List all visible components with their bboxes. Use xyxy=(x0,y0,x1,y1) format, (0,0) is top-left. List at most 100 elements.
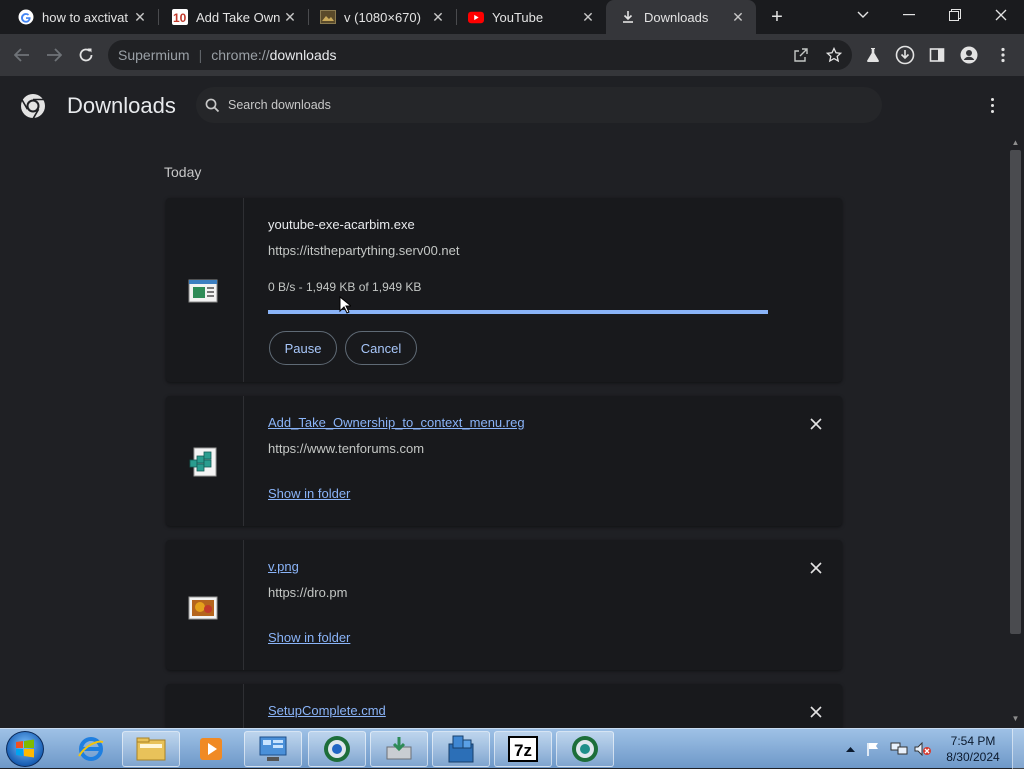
close-tab-icon[interactable]: ✕ xyxy=(728,7,748,27)
windows-logo-icon xyxy=(16,739,34,758)
tab-search-chevron-icon[interactable] xyxy=(840,0,886,30)
youtube-icon xyxy=(468,9,484,25)
file-icon-column xyxy=(166,684,244,728)
clock-date: 8/30/2024 xyxy=(946,750,1000,764)
download-filename: youtube-exe-acarbim.exe xyxy=(268,217,415,232)
url-host: downloads xyxy=(269,47,337,63)
close-tab-icon[interactable]: ✕ xyxy=(578,7,598,27)
forward-arrow-icon[interactable] xyxy=(41,42,67,68)
downloads-toolbar-icon[interactable] xyxy=(892,42,918,68)
remove-from-list-icon[interactable] xyxy=(806,558,826,578)
download-source-url[interactable]: https://dro.pm xyxy=(268,585,347,600)
tab-tenforums[interactable]: 10 Add Take Owne ✕ xyxy=(158,0,309,34)
minimize-button[interactable] xyxy=(886,0,932,30)
media-player-icon[interactable] xyxy=(182,731,240,767)
download-item: Add_Take_Ownership_to_context_menu.reg h… xyxy=(166,396,842,526)
download-item: SetupComplete.cmd xyxy=(166,684,842,728)
network-icon[interactable] xyxy=(890,729,908,769)
tab-title: Downloads xyxy=(644,9,709,25)
side-panel-icon[interactable] xyxy=(924,42,950,68)
tab-youtube[interactable]: YouTube ✕ xyxy=(454,0,606,34)
download-source-url[interactable]: https://itsthepartything.serv00.net xyxy=(268,243,460,258)
download-filename-link[interactable]: SetupComplete.cmd xyxy=(268,703,386,718)
profile-avatar-icon[interactable] xyxy=(956,42,982,68)
search-downloads-input[interactable]: Search downloads xyxy=(196,87,882,123)
start-button[interactable] xyxy=(6,731,44,767)
tab-title: Add Take Owne xyxy=(196,9,280,25)
address-bar[interactable]: Supermium | chrome:// downloads xyxy=(108,40,852,70)
image-file-icon xyxy=(320,9,336,25)
chromium-icon[interactable] xyxy=(556,731,614,767)
show-in-folder-link[interactable]: Show in folder xyxy=(268,486,350,501)
downloads-more-actions-icon[interactable] xyxy=(982,94,1002,116)
tab-strip: how to axctivat ✕ 10 Add Take Owne ✕ v (… xyxy=(0,0,1024,34)
close-window-button[interactable] xyxy=(978,0,1024,30)
restore-button[interactable] xyxy=(932,0,978,30)
action-center-flag-icon[interactable] xyxy=(866,729,880,769)
file-icon-column xyxy=(166,198,244,382)
download-icon xyxy=(620,9,636,25)
browser-menu-icon[interactable] xyxy=(990,42,1016,68)
pause-button[interactable]: Pause xyxy=(269,331,337,365)
download-source-url[interactable]: https://www.tenforums.com xyxy=(268,441,424,456)
registry-file-icon xyxy=(188,446,218,477)
close-tab-icon[interactable]: ✕ xyxy=(280,7,300,27)
mouse-cursor-icon xyxy=(339,295,353,319)
show-desktop-button[interactable] xyxy=(1012,729,1024,769)
tab-title: how to axctivat xyxy=(42,9,128,25)
share-icon[interactable] xyxy=(788,42,814,68)
tenforums-icon: 10 xyxy=(172,9,188,25)
new-tab-button[interactable]: + xyxy=(766,6,788,28)
svg-text:10: 10 xyxy=(173,11,187,25)
show-hidden-icons-arrow-icon[interactable] xyxy=(846,729,855,769)
clock-time: 7:54 PM xyxy=(950,734,996,748)
download-item: v.png https://dro.pm Show in folder xyxy=(166,540,842,670)
volume-muted-icon[interactable] xyxy=(914,729,932,769)
downloads-header: Downloads Search downloads xyxy=(0,76,1024,136)
exe-file-icon xyxy=(188,278,218,304)
download-progress-status: 0 B/s - 1,949 KB of 1,949 KB xyxy=(268,280,422,294)
reload-icon[interactable] xyxy=(73,42,99,68)
browser-brand-label: Supermium xyxy=(118,47,190,63)
tab-google-search[interactable]: how to axctivat ✕ xyxy=(4,0,159,34)
bookmark-star-icon[interactable] xyxy=(821,42,847,68)
taskbar-clock[interactable]: 7:54 PM 8/30/2024 xyxy=(938,733,1008,765)
search-icon xyxy=(205,98,220,113)
google-g-icon xyxy=(18,9,34,25)
page-title: Downloads xyxy=(67,93,176,118)
tab-image[interactable]: v (1080×670) ✕ xyxy=(306,0,457,34)
remove-from-list-icon[interactable] xyxy=(806,702,826,722)
tab-downloads[interactable]: Downloads ✕ xyxy=(606,0,756,34)
labs-flask-icon[interactable] xyxy=(860,42,886,68)
back-arrow-icon[interactable] xyxy=(9,42,35,68)
file-manager-icon[interactable] xyxy=(432,731,490,767)
file-explorer-icon[interactable] xyxy=(122,731,180,767)
svg-text:7z: 7z xyxy=(514,741,532,760)
internet-explorer-icon[interactable] xyxy=(62,731,120,767)
page-scrollbar-thumb[interactable] xyxy=(1010,150,1021,634)
download-item-in-progress: youtube-exe-acarbim.exe https://itsthepa… xyxy=(166,198,842,382)
chrome-browser-icon[interactable] xyxy=(308,731,366,767)
chrome-logo-icon xyxy=(20,93,46,120)
image-thumbnail-icon xyxy=(188,596,218,622)
browser-toolbar: Supermium | chrome:// downloads xyxy=(0,34,1024,76)
windows-taskbar: 7z 7:54 PM 8/30/2024 xyxy=(0,728,1024,769)
url-scheme: chrome:// xyxy=(211,47,270,63)
download-filename-link[interactable]: Add_Take_Ownership_to_context_menu.reg xyxy=(268,415,525,430)
file-icon-column xyxy=(166,540,244,670)
close-tab-icon[interactable]: ✕ xyxy=(428,7,448,27)
cancel-button[interactable]: Cancel xyxy=(345,331,417,365)
download-filename-link[interactable]: v.png xyxy=(268,559,299,574)
7zip-icon[interactable]: 7z xyxy=(494,731,552,767)
show-in-folder-link[interactable]: Show in folder xyxy=(268,630,350,645)
tab-title: v (1080×670) xyxy=(344,9,421,25)
close-tab-icon[interactable]: ✕ xyxy=(130,7,150,27)
search-placeholder: Search downloads xyxy=(228,98,331,112)
omnibox-divider: | xyxy=(198,47,203,63)
scroll-up-arrow-icon[interactable]: ▲ xyxy=(1010,138,1021,148)
installer-icon[interactable] xyxy=(370,731,428,767)
tab-title: YouTube xyxy=(492,9,544,25)
scroll-down-arrow-icon[interactable]: ▼ xyxy=(1010,714,1021,724)
remove-from-list-icon[interactable] xyxy=(806,414,826,434)
control-panel-icon[interactable] xyxy=(244,731,302,767)
